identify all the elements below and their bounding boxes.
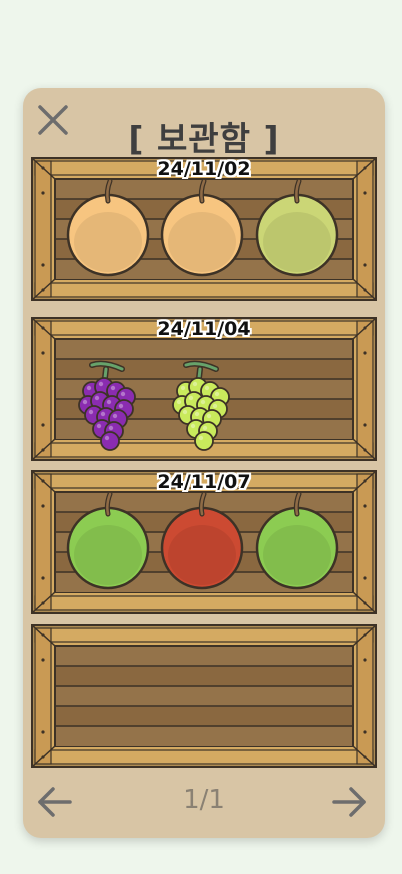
purple-grapes-icon [78,360,136,451]
yellow-pear-icon [160,178,244,277]
green-apple-icon [66,491,150,590]
red-apple-icon [160,491,244,590]
green-pear-icon [255,178,339,277]
next-page-button[interactable] [329,784,369,820]
screen: [ 보관함 ] 24/11/02 24/11/04 24/11/07 1/1 [0,0,402,874]
wooden-crate [31,624,377,768]
crate-3: 24/11/07 [31,470,377,614]
crate-2: 24/11/04 [31,317,377,461]
crate-date: 24/11/04 [157,318,251,340]
crate-date: 24/11/07 [157,471,251,493]
arrow-right-icon [332,787,366,817]
crate-4 [31,624,377,768]
storage-panel: [ 보관함 ] 24/11/02 24/11/04 24/11/07 1/1 [23,88,385,838]
crate-date: 24/11/02 [157,158,251,180]
green-grapes-icon [172,360,230,451]
page-title: [ 보관함 ] [128,119,280,158]
yellow-pear-icon [66,178,150,277]
green-apple-icon [255,491,339,590]
crate-1: 24/11/02 [31,157,377,301]
